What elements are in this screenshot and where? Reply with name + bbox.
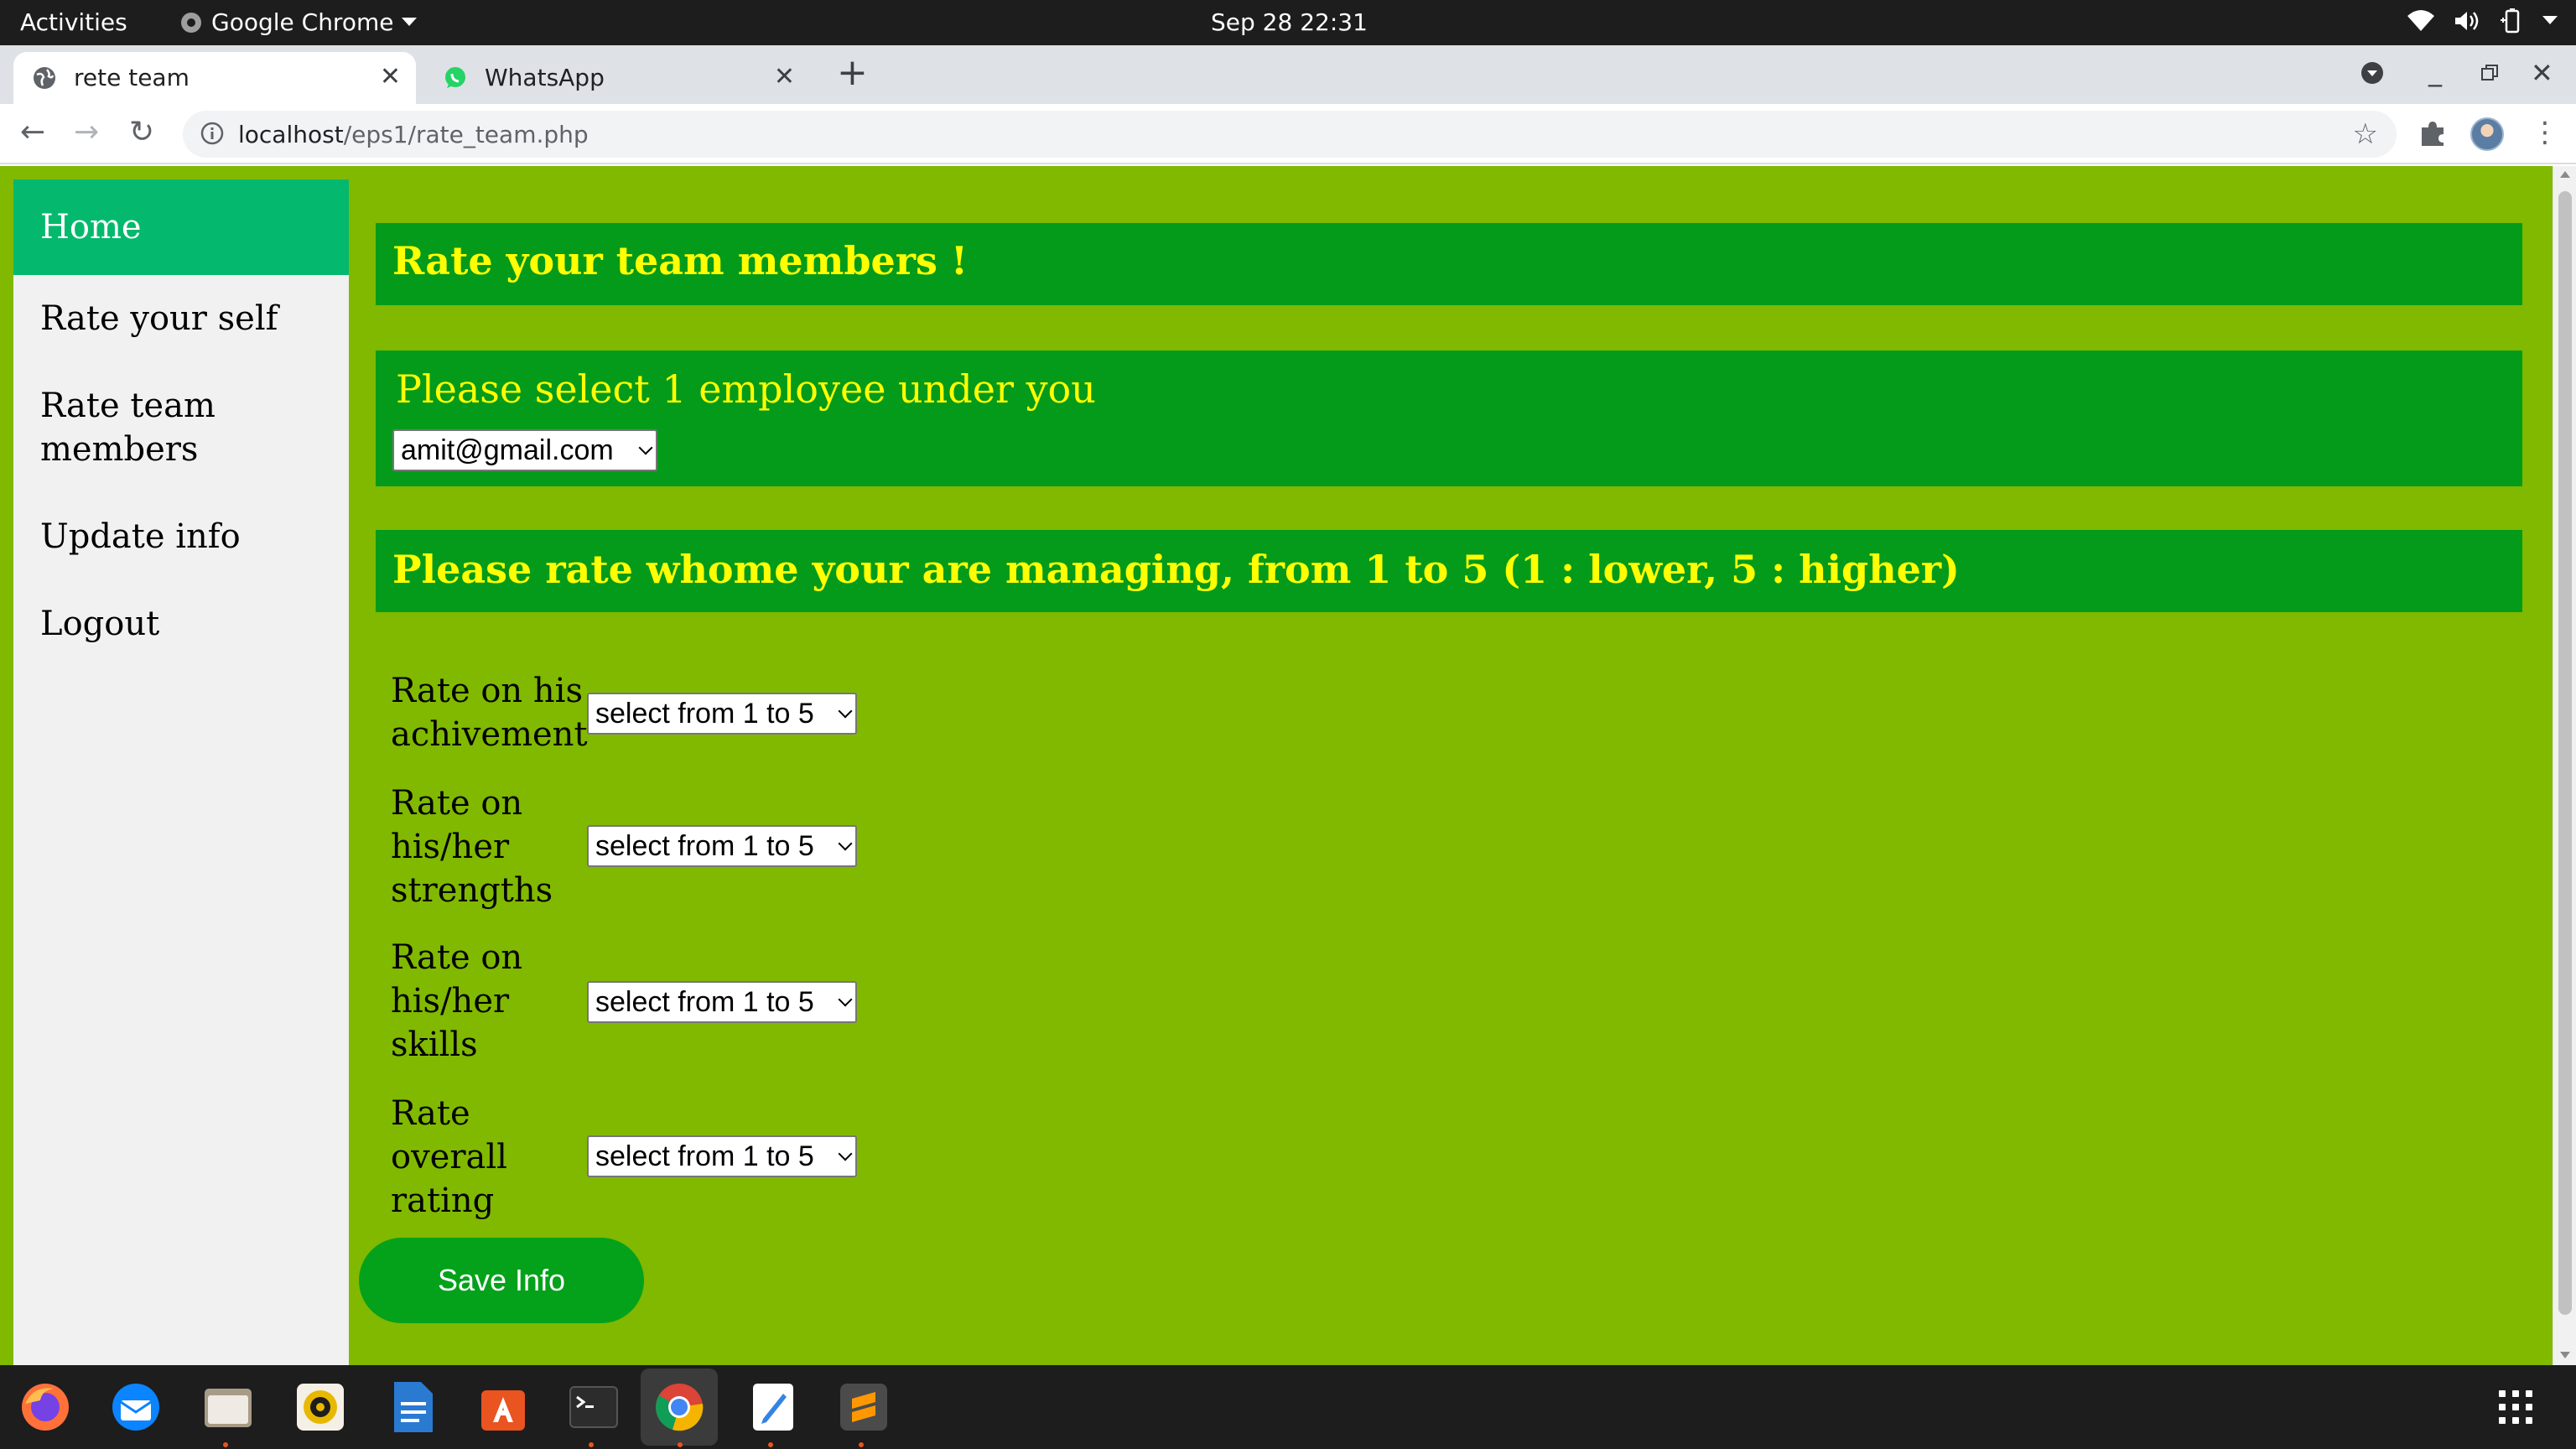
rating-dropdown-strengths[interactable]: select from 1 to 5 [587, 825, 857, 867]
page-viewport: Home Rate your self Rate team members Up… [0, 166, 2553, 1365]
tab-search-icon[interactable] [2360, 60, 2385, 86]
employee-select-panel: Please select 1 employee under you amit@… [376, 351, 2522, 486]
back-arrow-icon[interactable]: ← [20, 116, 45, 149]
text-editor-icon[interactable] [745, 1379, 802, 1436]
tab-whatsapp[interactable]: WhatsApp ✕ [424, 52, 810, 104]
files-icon[interactable] [200, 1379, 257, 1436]
close-tab-icon[interactable]: ✕ [380, 62, 401, 91]
rating-label-skills: Rate on his/her skills [391, 938, 523, 1064]
chrome-small-icon [181, 12, 201, 33]
system-menu-caret-icon [2542, 16, 2558, 24]
rating-dropdown-value: select from 1 to 5 [595, 698, 814, 730]
thunderbird-icon[interactable] [107, 1379, 164, 1436]
running-indicator [859, 1442, 864, 1447]
rating-dropdown-overall[interactable]: select from 1 to 5 [587, 1135, 857, 1177]
rating-dropdown-value: select from 1 to 5 [595, 830, 814, 862]
tab-rete-team[interactable]: rete team ✕ [13, 52, 416, 104]
chevron-down-icon [638, 440, 653, 455]
vertical-scrollbar[interactable] [2553, 166, 2576, 1365]
scroll-up-arrow-icon[interactable] [2560, 171, 2570, 178]
chrome-icon[interactable] [651, 1379, 708, 1436]
running-indicator [768, 1442, 773, 1447]
save-info-button[interactable]: Save Info [359, 1238, 644, 1323]
caret-down-icon [402, 17, 418, 26]
system-tray[interactable] [2407, 8, 2558, 34]
main-content: Rate your team members ! Please select 1… [359, 166, 2522, 1365]
sidebar-item-home[interactable]: Home [13, 179, 349, 275]
app-menu-label: Google Chrome [211, 8, 394, 36]
dock [0, 1365, 2576, 1449]
running-indicator [678, 1442, 683, 1447]
scroll-down-arrow-icon[interactable] [2560, 1352, 2570, 1358]
bookmark-star-icon[interactable]: ☆ [2353, 117, 2378, 151]
rating-dropdown-achievement[interactable]: select from 1 to 5 [587, 693, 857, 735]
employee-dropdown-value: amit@gmail.com [401, 434, 614, 466]
tab-title: WhatsApp [485, 64, 605, 91]
whatsapp-icon [445, 67, 465, 88]
app-menu[interactable]: Google Chrome [179, 8, 418, 36]
page-title: Rate your team members ! [376, 223, 2522, 305]
system-top-bar: Activities Google Chrome Sep 28 22:31 [0, 0, 2576, 45]
rating-label-achievement: Rate on his achivement [391, 672, 588, 754]
more-menu-icon[interactable]: ⋮ [2531, 116, 2559, 149]
url-text: localhost/eps1/rate_team.php [238, 121, 589, 148]
rating-label-strengths: Rate on his/her strengths [391, 784, 553, 910]
terminal-icon[interactable] [565, 1379, 622, 1436]
reload-icon[interactable]: ↻ [129, 116, 154, 149]
rating-dropdown-value: select from 1 to 5 [595, 986, 814, 1018]
rating-instructions: Please rate whome your are managing, fro… [376, 530, 2522, 612]
restore-icon[interactable] [2480, 64, 2499, 82]
minimize-icon[interactable]: _ [2428, 55, 2442, 87]
tab-title: rete team [74, 64, 190, 91]
rating-label-overall: Rate overall rating [391, 1094, 507, 1220]
employee-prompt: Please select 1 employee under you [396, 366, 1096, 412]
sublime-icon[interactable] [835, 1379, 892, 1436]
battery-icon [2501, 8, 2520, 34]
software-icon[interactable] [475, 1379, 532, 1436]
employee-dropdown[interactable]: amit@gmail.com [392, 429, 657, 471]
close-window-icon[interactable]: ✕ [2531, 57, 2553, 89]
rating-dropdown-value: select from 1 to 5 [595, 1140, 814, 1172]
sidebar-item-logout[interactable]: Logout [13, 580, 349, 667]
forward-arrow-icon[interactable]: → [74, 116, 99, 149]
new-tab-button[interactable]: + [837, 52, 868, 94]
rating-dropdown-skills[interactable]: select from 1 to 5 [587, 981, 857, 1023]
running-indicator [223, 1442, 228, 1447]
sidebar-nav: Home Rate your self Rate team members Up… [13, 179, 349, 1365]
tab-strip: rete team ✕ WhatsApp ✕ [0, 45, 2576, 139]
globe-icon [34, 67, 55, 89]
url-host: localhost [238, 121, 344, 148]
profile-avatar[interactable] [2470, 117, 2504, 151]
chevron-down-icon [838, 704, 853, 719]
extensions-puzzle-icon[interactable] [2418, 119, 2447, 148]
sidebar-item-rate-yourself[interactable]: Rate your self [13, 275, 349, 362]
rhythmbox-icon[interactable] [292, 1379, 349, 1436]
running-indicator [589, 1442, 594, 1447]
browser-toolbar: ← → ↻ localhost/eps1/rate_team.php ☆ ⋮ [0, 104, 2576, 164]
close-tab-icon[interactable]: ✕ [774, 62, 795, 91]
writer-icon[interactable] [384, 1379, 441, 1436]
firefox-icon[interactable] [17, 1379, 74, 1436]
chevron-down-icon [838, 836, 853, 851]
scrollbar-thumb[interactable] [2558, 191, 2572, 1315]
address-bar[interactable]: localhost/eps1/rate_team.php ☆ [183, 111, 2397, 158]
clock[interactable]: Sep 28 22:31 [1211, 8, 1368, 36]
chevron-down-icon [838, 992, 853, 1007]
sidebar-item-update-info[interactable]: Update info [13, 493, 349, 580]
chevron-down-icon [838, 1146, 853, 1161]
activities-button[interactable]: Activities [20, 8, 127, 36]
url-path: /eps1/rate_team.php [343, 121, 589, 148]
volume-icon [2455, 12, 2479, 30]
wifi-icon [2407, 10, 2434, 31]
info-icon[interactable] [200, 121, 225, 146]
show-applications-icon[interactable] [2499, 1390, 2532, 1424]
sidebar-item-rate-team-members[interactable]: Rate team members [13, 362, 265, 493]
